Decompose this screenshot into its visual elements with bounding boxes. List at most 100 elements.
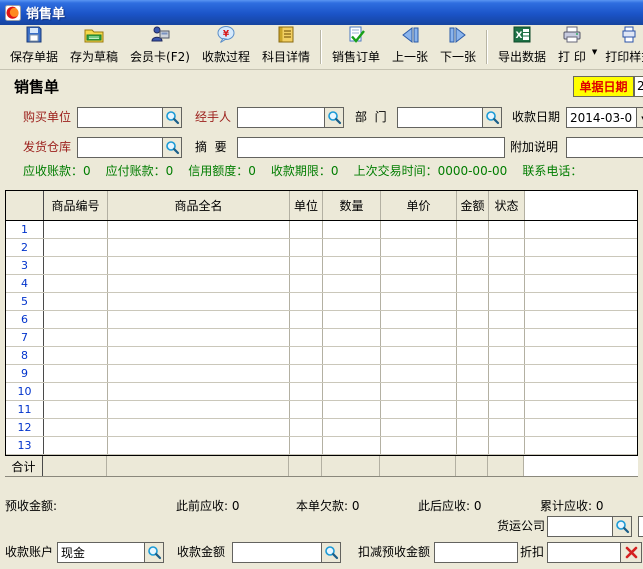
grid-cell[interactable] (108, 257, 290, 274)
grid-cell[interactable] (323, 383, 381, 400)
grid-cell[interactable] (489, 347, 525, 364)
handler-input[interactable] (237, 107, 325, 128)
grid-cell[interactable] (381, 383, 457, 400)
grid-cell[interactable] (108, 221, 290, 238)
member-card-button[interactable]: 会员卡(F2) (124, 26, 196, 68)
grid-cell[interactable] (489, 383, 525, 400)
grid-cell[interactable] (290, 257, 323, 274)
grid-cell[interactable] (323, 437, 381, 454)
freight-lookup-button[interactable] (612, 516, 632, 537)
payment-process-button[interactable]: ¥ 收款过程 (196, 26, 256, 68)
table-row[interactable]: 9 (6, 365, 637, 383)
grid-cell[interactable] (44, 221, 108, 238)
extra-note-input[interactable] (566, 137, 643, 158)
grid-cell[interactable] (290, 275, 323, 292)
grid-cell[interactable] (290, 401, 323, 418)
payment-account-input[interactable] (57, 542, 145, 563)
grid-cell[interactable] (44, 401, 108, 418)
grid-cell[interactable] (323, 329, 381, 346)
grid-cell[interactable] (489, 257, 525, 274)
grid-cell[interactable] (290, 347, 323, 364)
buyer-lookup-button[interactable] (162, 107, 182, 128)
grid-cell[interactable] (108, 275, 290, 292)
department-input[interactable] (397, 107, 483, 128)
doc-date-field[interactable]: 2 (634, 76, 643, 97)
table-row[interactable]: 7 (6, 329, 637, 347)
grid-cell[interactable] (381, 437, 457, 454)
subject-detail-button[interactable]: 科目详情 (256, 26, 316, 68)
grid-cell[interactable] (108, 239, 290, 256)
table-row[interactable]: 2 (6, 239, 637, 257)
grid-cell[interactable] (323, 419, 381, 436)
payment-amount-input[interactable] (232, 542, 322, 563)
grid-cell[interactable] (381, 293, 457, 310)
grid-cell[interactable] (489, 401, 525, 418)
grid-cell[interactable] (44, 311, 108, 328)
grid-cell[interactable] (457, 239, 489, 256)
table-row[interactable]: 1 (6, 221, 637, 239)
grid-cell[interactable] (457, 437, 489, 454)
table-row[interactable]: 13 (6, 437, 637, 455)
collect-date-input[interactable] (566, 107, 637, 128)
table-row[interactable]: 6 (6, 311, 637, 329)
grid-cell[interactable] (323, 311, 381, 328)
grid-cell[interactable] (489, 437, 525, 454)
grid-cell[interactable] (457, 347, 489, 364)
previous-button[interactable]: 上一张 (386, 26, 434, 68)
grid-cell[interactable] (44, 365, 108, 382)
table-row[interactable]: 5 (6, 293, 637, 311)
grid-cell[interactable] (489, 275, 525, 292)
grid-cell[interactable] (457, 311, 489, 328)
warehouse-input[interactable] (77, 137, 163, 158)
grid-cell[interactable] (290, 419, 323, 436)
print-button[interactable]: 打 印 (552, 26, 592, 68)
grid-cell[interactable] (457, 401, 489, 418)
grid-cell[interactable] (489, 293, 525, 310)
grid-cell[interactable] (108, 293, 290, 310)
grid-cell[interactable] (290, 383, 323, 400)
table-row[interactable]: 10 (6, 383, 637, 401)
save-document-button[interactable]: 保存单据 (4, 26, 64, 68)
grid-cell[interactable] (457, 293, 489, 310)
grid-cell[interactable] (323, 275, 381, 292)
grid-cell[interactable] (489, 365, 525, 382)
grid-cell[interactable] (44, 239, 108, 256)
table-row[interactable]: 8 (6, 347, 637, 365)
grid-cell[interactable] (108, 311, 290, 328)
grid-cell[interactable] (44, 329, 108, 346)
grid-cell[interactable] (489, 239, 525, 256)
grid-cell[interactable] (44, 347, 108, 364)
grid-cell[interactable] (108, 401, 290, 418)
grid-cell[interactable] (108, 437, 290, 454)
department-lookup-button[interactable] (482, 107, 502, 128)
grid-cell[interactable] (323, 347, 381, 364)
grid-cell[interactable] (323, 401, 381, 418)
grid-cell[interactable] (323, 221, 381, 238)
grid-cell[interactable] (290, 221, 323, 238)
grid-cell[interactable] (290, 311, 323, 328)
print-dropdown-caret[interactable]: ▼ (592, 38, 597, 56)
print-style-button[interactable]: 打印样式 (599, 26, 643, 68)
grid-cell[interactable] (323, 293, 381, 310)
export-data-button[interactable]: X 打 印 导出数据 (492, 26, 552, 68)
grid-cell[interactable] (381, 221, 457, 238)
table-row[interactable]: 12 (6, 419, 637, 437)
grid-cell[interactable] (457, 365, 489, 382)
sales-order-button[interactable]: 销售订单 (326, 26, 386, 68)
grid-cell[interactable] (457, 257, 489, 274)
summary-input[interactable] (237, 137, 505, 158)
grid-cell[interactable] (44, 437, 108, 454)
grid-cell[interactable] (457, 329, 489, 346)
grid-cell[interactable] (44, 419, 108, 436)
grid-cell[interactable] (44, 257, 108, 274)
grid-cell[interactable] (108, 365, 290, 382)
grid-cell[interactable] (489, 311, 525, 328)
next-button[interactable]: 下一张 (434, 26, 482, 68)
grid-cell[interactable] (323, 239, 381, 256)
grid-cell[interactable] (489, 419, 525, 436)
grid-cell[interactable] (381, 419, 457, 436)
grid-cell[interactable] (489, 221, 525, 238)
grid-cell[interactable] (290, 293, 323, 310)
grid-cell[interactable] (290, 329, 323, 346)
grid-cell[interactable] (381, 257, 457, 274)
